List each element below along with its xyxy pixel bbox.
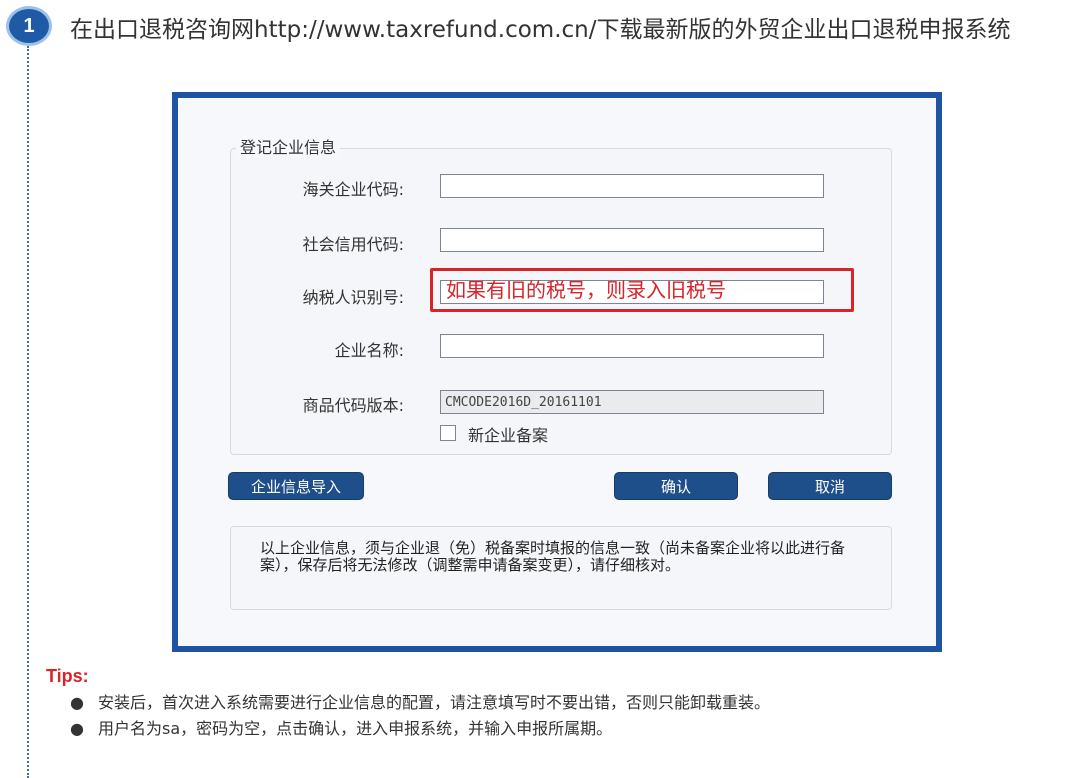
cancel-button[interactable]: 取消 bbox=[768, 472, 892, 500]
bullet-icon: ● bbox=[70, 693, 84, 712]
bullet-icon: ● bbox=[70, 719, 84, 738]
intro-text: 在出口退税咨询网http://www.taxrefund.com.cn/下载最新… bbox=[70, 17, 1011, 43]
group-title: 登记企业信息 bbox=[236, 134, 341, 158]
tip-text: 用户名为sa，密码为空，点击确认，进入申报系统，并输入申报所属期。 bbox=[98, 719, 613, 738]
tip-item: ● 安装后，首次进入系统需要进行企业信息的配置，请注意填写时不要出错，否则只能卸载… bbox=[70, 690, 1070, 716]
tip-text: 安装后，首次进入系统需要进行企业信息的配置，请注意填写时不要出错，否则只能卸载重… bbox=[98, 693, 771, 712]
product-code-version-label: 商品代码版本: bbox=[302, 396, 404, 415]
tip-item: ● 用户名为sa，密码为空，点击确认，进入申报系统，并输入申报所属期。 bbox=[70, 716, 1070, 742]
new-company-checkbox[interactable] bbox=[440, 425, 456, 441]
step-connector-line bbox=[27, 46, 29, 778]
company-name-label: 企业名称: bbox=[334, 341, 404, 360]
registration-dialog: 登记企业信息 海关企业代码: 社会信用代码: 纳税人识别号: 企业名称: 商品代… bbox=[178, 98, 936, 646]
credit-code-input[interactable] bbox=[440, 228, 824, 252]
tips-title: Tips: bbox=[46, 666, 89, 686]
callout-text: 如果有旧的税号，则录入旧税号 bbox=[446, 278, 726, 302]
screenshot-frame: 登记企业信息 海关企业代码: 社会信用代码: 纳税人识别号: 企业名称: 商品代… bbox=[172, 92, 942, 652]
confirm-button[interactable]: 确认 bbox=[614, 472, 738, 500]
product-code-version-field bbox=[440, 390, 824, 414]
customs-code-input[interactable] bbox=[440, 174, 824, 198]
credit-code-label: 社会信用代码: bbox=[302, 235, 404, 254]
company-name-input[interactable] bbox=[440, 334, 824, 358]
customs-code-label: 海关企业代码: bbox=[302, 180, 404, 199]
note-text: 以上企业信息，须与企业退（免）税备案时填报的信息一致（尚未备案企业将以此进行备案… bbox=[260, 539, 846, 574]
import-company-info-button[interactable]: 企业信息导入 bbox=[228, 472, 364, 500]
new-company-checkbox-label[interactable]: 新企业备案 bbox=[468, 422, 548, 446]
step-number-badge: 1 bbox=[6, 6, 52, 46]
taxpayer-id-label: 纳税人识别号: bbox=[302, 288, 404, 307]
tips-list: ● 安装后，首次进入系统需要进行企业信息的配置，请注意填写时不要出错，否则只能卸载… bbox=[70, 690, 1070, 742]
